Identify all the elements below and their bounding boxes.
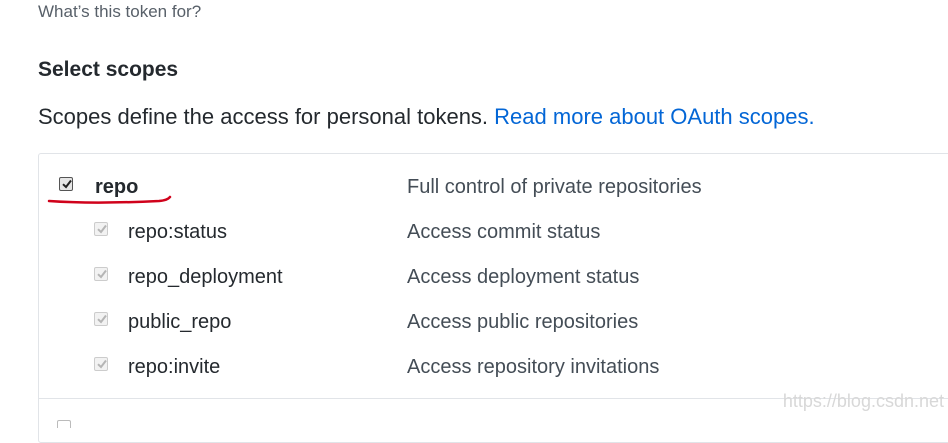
repo-deployment-checkbox[interactable]: [94, 267, 108, 281]
scope-label-repo-deployment[interactable]: repo_deployment: [128, 266, 283, 289]
scope-description-repo-invite: Access repository invitations: [407, 356, 660, 378]
scope-row-repo-status: repo:status Access commit status: [39, 219, 948, 249]
repo-checkbox[interactable]: [59, 177, 73, 191]
checkmark-icon: [97, 359, 107, 369]
scope-description-public-repo: Access public repositories: [407, 311, 639, 333]
scope-row-repo: repo Full control of private repositorie…: [39, 173, 948, 203]
scope-description-repo-deployment: Access deployment status: [407, 266, 640, 288]
watermark-text: https://blog.csdn.net: [782, 391, 944, 411]
token-note-hint: What’s this token for?: [38, 2, 202, 21]
scope-description-repo: Full control of private repositories: [407, 176, 702, 198]
scope-label-repo-status[interactable]: repo:status: [128, 221, 227, 244]
scope-label-public-repo[interactable]: public_repo: [128, 311, 231, 334]
checkmark-icon: [62, 179, 72, 189]
red-underline-annotation: [47, 195, 172, 204]
checkmark-icon: [97, 224, 107, 234]
scope-row-repo-invite: repo:invite Access repository invitation…: [39, 354, 948, 384]
select-scopes-heading: Select scopes: [38, 58, 179, 81]
scope-description-repo-status: Access commit status: [407, 221, 601, 243]
repo-status-checkbox[interactable]: [94, 222, 108, 236]
scopes-description: Scopes define the access for personal to…: [38, 104, 815, 130]
public-repo-checkbox[interactable]: [94, 312, 108, 326]
checkmark-icon: [97, 314, 107, 324]
repo-invite-checkbox[interactable]: [94, 357, 108, 371]
oauth-scopes-link[interactable]: Read more about OAuth scopes.: [494, 104, 814, 129]
scope-row-public-repo: public_repo Access public repositories: [39, 309, 948, 339]
scopes-description-text: Scopes define the access for personal to…: [38, 104, 489, 129]
checkmark-icon: [97, 269, 107, 279]
next-scope-checkbox[interactable]: [57, 420, 71, 428]
scope-label-repo-invite[interactable]: repo:invite: [128, 356, 220, 379]
scope-row-repo-deployment: repo_deployment Access deployment status: [39, 264, 948, 294]
